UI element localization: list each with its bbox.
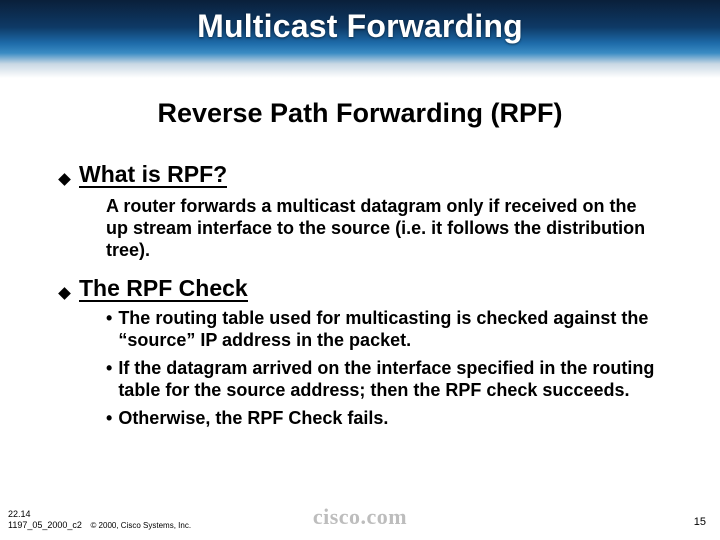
bullet-heading: What is RPF?: [60, 162, 660, 188]
sub-bullet: • Otherwise, the RPF Check fails.: [106, 408, 660, 430]
page-number: 15: [694, 516, 706, 528]
slide-subtitle: Reverse Path Forwarding (RPF): [0, 98, 720, 129]
diamond-icon: [58, 287, 71, 300]
sub-bullet: • The routing table used for multicastin…: [106, 308, 660, 352]
sub-bullet-text: If the datagram arrived on the interface…: [118, 358, 660, 402]
bullet-dot-icon: •: [106, 358, 112, 402]
slide-title: Multicast Forwarding: [0, 8, 720, 45]
bullet-heading-text: What is RPF?: [79, 162, 227, 188]
title-banner: Multicast Forwarding: [0, 0, 720, 78]
sub-bullet: • If the datagram arrived on the interfa…: [106, 358, 660, 402]
sub-bullet-text: The routing table used for multicasting …: [118, 308, 660, 352]
slide: Multicast Forwarding Reverse Path Forwar…: [0, 0, 720, 540]
bullet-heading: The RPF Check: [60, 276, 660, 302]
bullet-dot-icon: •: [106, 308, 112, 352]
sub-bullet-list: • The routing table used for multicastin…: [106, 308, 660, 430]
bullet-heading-text: The RPF Check: [79, 276, 248, 302]
bullet-body: A router forwards a multicast datagram o…: [106, 196, 660, 262]
footer-brand: cisco.com: [0, 504, 720, 530]
sub-bullet-text: Otherwise, the RPF Check fails.: [118, 408, 388, 430]
diamond-icon: [58, 173, 71, 186]
bullet-dot-icon: •: [106, 408, 112, 430]
content-area: What is RPF? A router forwards a multica…: [60, 150, 660, 430]
